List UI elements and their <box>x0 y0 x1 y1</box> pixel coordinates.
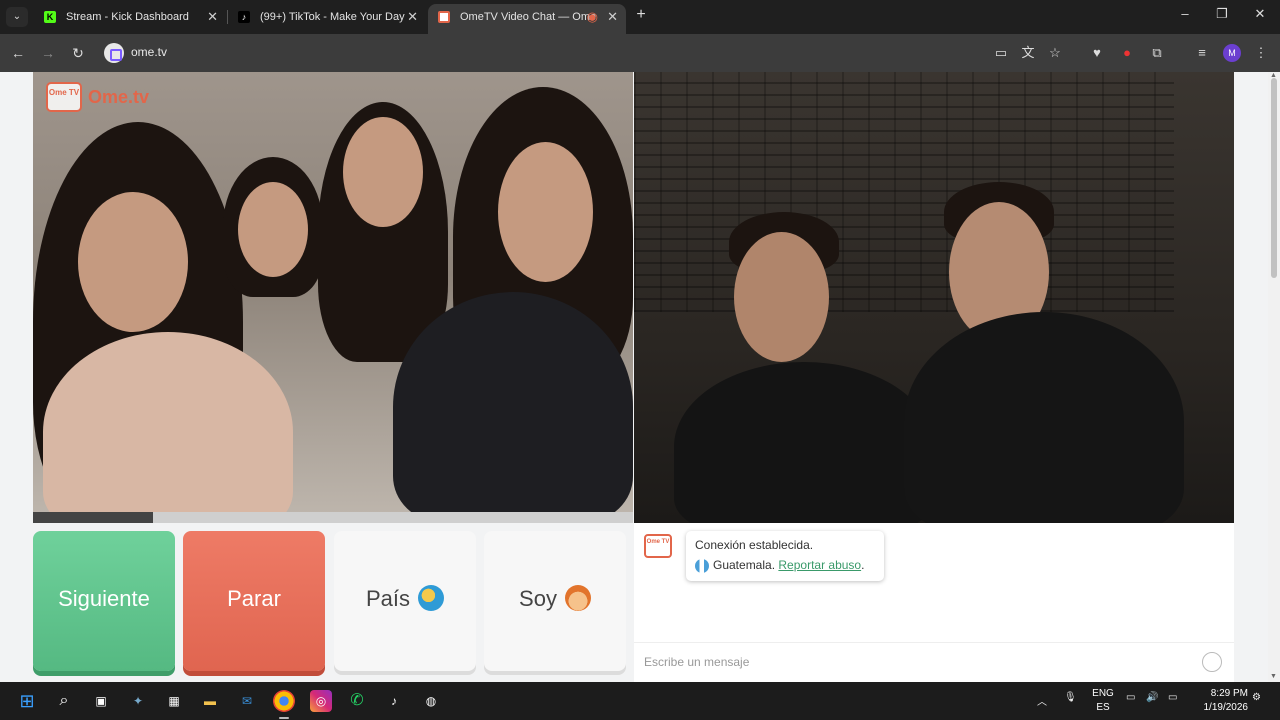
tab-title: (99+) TikTok - Make Your Day <box>260 11 405 23</box>
media-controls-icon[interactable]: ≡ <box>1193 44 1211 62</box>
url-text: ome.tv <box>131 45 168 59</box>
task-view-icon[interactable]: ▣ <box>90 690 112 712</box>
clock-date: 1/19/2026 <box>1203 702 1249 713</box>
tab-search-button[interactable]: ⌄ <box>6 7 28 27</box>
country-label: País <box>365 586 411 611</box>
site-info-icon[interactable] <box>104 43 124 63</box>
tray-overflow-icon[interactable]: ︿ <box>1037 693 1047 708</box>
remote-video <box>33 72 633 523</box>
battery-icon[interactable]: ▭ <box>1168 692 1177 703</box>
chrome-icon[interactable] <box>273 690 295 712</box>
extension-gift-icon[interactable]: ♥ <box>1088 44 1106 62</box>
instagram-icon[interactable]: ◎ <box>310 690 332 712</box>
lang-secondary: ES <box>1096 702 1110 713</box>
window-close-button[interactable]: ✕ <box>1245 6 1275 22</box>
minimize-button[interactable]: – <box>1170 6 1200 21</box>
person-face <box>238 182 308 277</box>
close-icon[interactable]: ✕ <box>207 4 218 30</box>
logo-tv-badge: Ome TV <box>46 82 82 112</box>
local-video <box>634 72 1234 523</box>
tiktok-taskbar-icon[interactable]: ♪ <box>383 690 405 712</box>
store-icon[interactable]: ▦ <box>163 690 185 712</box>
kick-icon: K <box>44 11 56 23</box>
report-abuse-link[interactable]: Reportar abuso <box>778 558 861 572</box>
chat-panel: Ome TV Conexión establecida. Guatemala. … <box>634 523 1234 682</box>
scrollbar-thumb[interactable] <box>1271 78 1277 278</box>
close-icon[interactable]: ✕ <box>607 4 618 30</box>
gender-filter-button[interactable]: Soy <box>484 531 626 671</box>
video-progress-fill <box>33 512 153 523</box>
country-name: Guatemala. <box>713 558 776 572</box>
obs-icon[interactable]: ◍ <box>420 690 442 712</box>
reload-icon[interactable]: ↻ <box>68 43 88 63</box>
tab-title: Stream - Kick Dashboard <box>66 11 189 23</box>
tab-kick[interactable]: K Stream - Kick Dashboard ✕ <box>34 4 226 30</box>
volume-icon[interactable]: 🔊 <box>1146 692 1158 703</box>
active-app-indicator <box>279 717 289 719</box>
forward-icon[interactable]: → <box>38 43 58 63</box>
ometv-chat-avatar: Ome TV <box>644 534 672 558</box>
person-face <box>498 142 593 282</box>
person-body <box>393 292 633 522</box>
maximize-button[interactable]: ❐ <box>1207 6 1237 22</box>
video-progress-bar <box>33 512 633 523</box>
windows-taskbar: ⊞ ⌕ ▣ ✦ ▦ ▬ ✉ ◎ ✆ ♪ ◍ ︿ 🎙 ENG ES ▭ 🔊 ▭ 8… <box>0 682 1280 720</box>
outlook-icon[interactable]: ✉ <box>236 690 258 712</box>
profile-avatar[interactable]: M <box>1223 44 1241 62</box>
copilot-icon[interactable]: ✦ <box>127 690 149 712</box>
person-face <box>78 192 188 332</box>
recording-icon: ◉ <box>586 9 598 24</box>
tiktok-icon: ♪ <box>238 11 250 23</box>
windows-start-icon[interactable]: ⊞ <box>16 690 38 712</box>
ometv-icon <box>438 11 450 23</box>
guatemala-flag-icon <box>695 558 709 573</box>
network-icon[interactable]: ▭ <box>1126 692 1135 703</box>
search-icon[interactable]: ⌕ <box>53 690 75 712</box>
ometv-page: Ome TV Ome.tv Siguiente Parar País Soy O… <box>0 72 1268 682</box>
browser-toolbar: ← → ↻ ome.tv ▭ 文 ☆ ♥ ● ⧉ ≡ M ⋮ <box>0 34 1280 72</box>
bookmark-star-icon[interactable]: ☆ <box>1046 44 1064 62</box>
back-icon[interactable]: ← <box>8 43 28 63</box>
logo-text: Ome.tv <box>88 87 150 107</box>
tab-title: OmeTV Video Chat — Ome <box>460 11 597 23</box>
tab-tiktok[interactable]: ♪ (99+) TikTok - Make Your Day ✕ <box>228 4 426 30</box>
connection-status: Conexión establecida. <box>695 538 814 552</box>
partner-location: Guatemala. Reportar abuso. <box>695 558 875 573</box>
cast-icon[interactable]: ▭ <box>992 44 1010 62</box>
message-input[interactable]: Escribe un mensaje <box>634 642 1234 682</box>
person-body <box>904 312 1184 523</box>
message-placeholder: Escribe un mensaje <box>644 655 750 669</box>
globe-icon <box>418 585 445 612</box>
page-scrollbar[interactable]: ▲ ▼ <box>1268 72 1280 682</box>
translate-icon[interactable]: 文 <box>1019 44 1037 62</box>
system-message: Conexión establecida. Guatemala. Reporta… <box>686 531 884 581</box>
new-tab-button[interactable]: + <box>632 6 650 24</box>
system-clock[interactable]: 8:29 PM 1/19/2026 <box>1196 687 1249 715</box>
extension-red-icon[interactable]: ● <box>1118 44 1136 62</box>
person-face <box>343 117 423 227</box>
language-indicator[interactable]: ENG ES <box>1090 687 1116 715</box>
emoji-picker-icon[interactable] <box>1202 652 1222 672</box>
person-face <box>734 232 829 362</box>
next-button[interactable]: Siguiente <box>33 531 175 671</box>
close-icon[interactable]: ✕ <box>407 4 418 30</box>
clock-time: 8:29 PM <box>1210 688 1248 699</box>
person-body <box>43 332 293 523</box>
extensions-puzzle-icon[interactable]: ⧉ <box>1148 44 1166 62</box>
notifications-icon[interactable]: ⚙ <box>1252 692 1261 703</box>
gender-label: Soy <box>519 586 557 611</box>
browser-tab-bar: ⌄ K Stream - Kick Dashboard ✕ ♪ (99+) Ti… <box>0 0 1280 34</box>
tab-ometv[interactable]: OmeTV Video Chat — Ome ◉ ✕ <box>428 4 626 34</box>
scroll-down-arrow-icon[interactable]: ▼ <box>1270 673 1277 680</box>
menu-kebab-icon[interactable]: ⋮ <box>1252 44 1270 62</box>
microphone-icon[interactable]: 🎙 <box>1064 692 1077 703</box>
whatsapp-icon[interactable]: ✆ <box>346 690 368 712</box>
stop-button[interactable]: Parar <box>183 531 325 671</box>
brick-wall-background <box>634 72 1174 312</box>
lang-primary: ENG <box>1092 688 1114 699</box>
person-body <box>674 362 934 523</box>
boy-face-icon <box>564 585 591 612</box>
country-filter-button[interactable]: País <box>334 531 476 671</box>
file-explorer-icon[interactable]: ▬ <box>199 690 221 712</box>
